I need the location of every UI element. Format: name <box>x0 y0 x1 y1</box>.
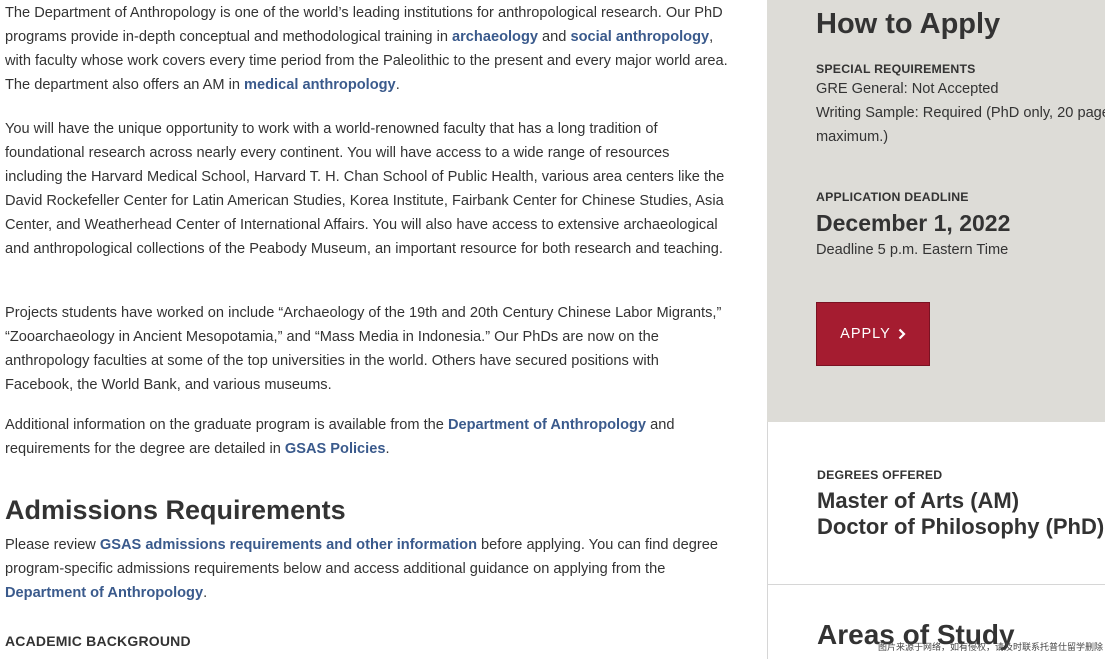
additional-info-paragraph: Additional information on the graduate p… <box>5 413 730 461</box>
special-requirements-label: SPECIAL REQUIREMENTS <box>816 62 976 76</box>
how-to-apply-title: How to Apply <box>816 8 1001 40</box>
chevron-right-icon <box>898 328 906 340</box>
academic-background-heading: ACADEMIC BACKGROUND <box>5 633 191 649</box>
gsas-admissions-link[interactable]: GSAS admissions requirements and other i… <box>100 537 477 553</box>
intro-paragraph: The Department of Anthropology is one of… <box>5 1 730 97</box>
admissions-text-3: . <box>203 585 208 601</box>
department-link[interactable]: Department of Anthropology <box>448 417 646 433</box>
apply-button-label: APPLY <box>840 326 891 342</box>
apply-button[interactable]: APPLY <box>816 302 930 366</box>
social-anthropology-link[interactable]: social anthropology <box>570 29 709 45</box>
intro-text-4: . <box>395 77 400 93</box>
deadline-time: Deadline 5 p.m. Eastern Time <box>816 242 1009 258</box>
degree-phd: Doctor of Philosophy (PhD) <box>817 514 1105 539</box>
writing-sample-requirement-cont: maximum.) <box>816 129 889 145</box>
archaeology-link[interactable]: archaeology <box>452 29 538 45</box>
application-deadline-label: APPLICATION DEADLINE <box>816 190 969 204</box>
degree-master: Master of Arts (AM) <box>817 488 1020 513</box>
medical-anthropology-link[interactable]: medical anthropology <box>244 77 396 93</box>
admissions-paragraph: Please review GSAS admissions requiremen… <box>5 533 730 605</box>
projects-paragraph: Projects students have worked on include… <box>5 305 722 393</box>
additional-text-3: . <box>385 441 390 457</box>
watermark-text: 图片来源于网络，如有侵权，请及时联系托普仕留学删除 <box>877 642 1103 652</box>
how-to-apply-panel: How to Apply SPECIAL REQUIREMENTS GRE Ge… <box>767 0 1105 422</box>
gre-requirement: GRE General: Not Accepted <box>816 81 999 97</box>
faculty-paragraph: You will have the unique opportunity to … <box>5 121 725 257</box>
deadline-date: December 1, 2022 <box>816 210 1011 236</box>
degrees-offered-panel: DEGREES OFFERED Master of Arts (AM) Doct… <box>767 422 1105 585</box>
department-link-2[interactable]: Department of Anthropology <box>5 585 203 601</box>
admissions-text-1: Please review <box>5 537 100 553</box>
writing-sample-requirement: Writing Sample: Required (PhD only, 20 p… <box>816 105 1105 121</box>
intro-text-2: and <box>538 29 571 45</box>
additional-text-1: Additional information on the graduate p… <box>5 417 448 433</box>
gsas-policies-link[interactable]: GSAS Policies <box>285 441 386 457</box>
admissions-heading: Admissions Requirements <box>5 495 346 525</box>
degrees-offered-label: DEGREES OFFERED <box>817 468 943 482</box>
